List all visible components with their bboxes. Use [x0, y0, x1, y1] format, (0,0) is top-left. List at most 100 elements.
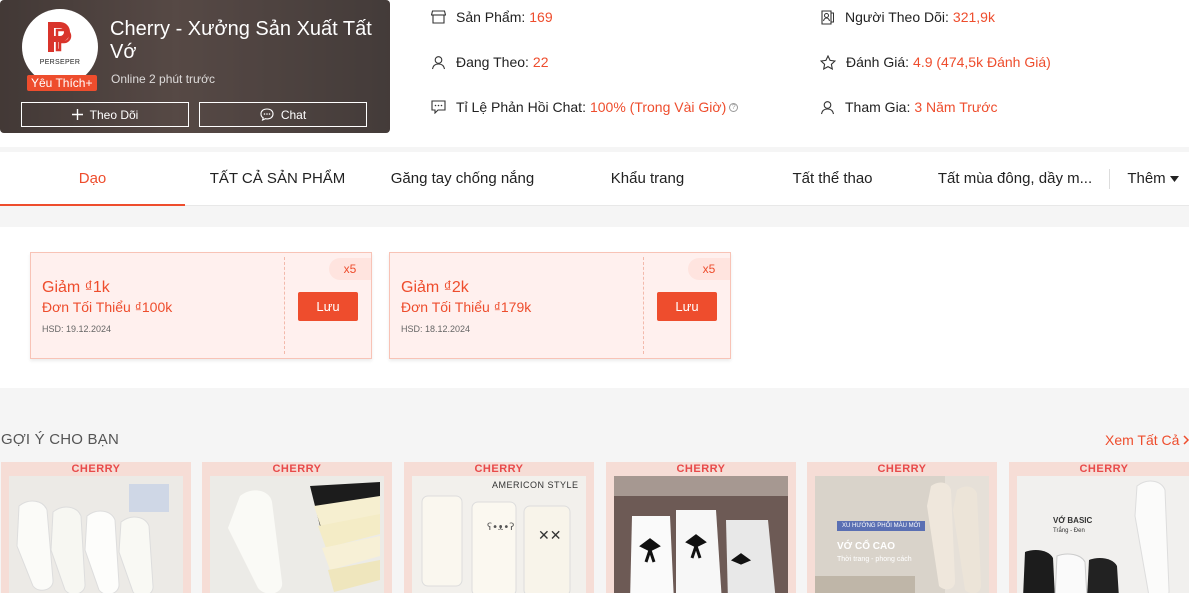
product-card[interactable]: CHERRY	[1, 462, 191, 593]
stat-joined-value: 3 Năm Trước	[914, 99, 998, 115]
favorite-badge: Yêu Thích+	[27, 75, 97, 91]
product-image	[9, 476, 183, 593]
chevron-right-icon	[1183, 435, 1189, 445]
product-image: ʕ•ᴥ•ʔ ✕✕ AMERICON STYLE	[412, 476, 586, 593]
stat-rating-label: Đánh Giá:	[846, 54, 910, 70]
see-all-label: Xem Tất Cả	[1105, 432, 1180, 448]
product-brand: CHERRY	[1079, 463, 1129, 475]
product-caption: AMERICON STYLE	[492, 480, 579, 490]
shop-header: PERSEPER Yêu Thích+ Cherry - Xưởng Sản X…	[0, 0, 1189, 147]
svg-text:ʕ•ᴥ•ʔ: ʕ•ᴥ•ʔ	[487, 522, 514, 533]
socks-photo	[9, 476, 183, 593]
stat-joined-label: Tham Gia:	[845, 99, 911, 115]
tab-more[interactable]: Thêm	[1122, 152, 1184, 206]
stat-rating: Đánh Giá: 4.9 (474,5k Đánh Giá)	[820, 54, 1051, 70]
voucher-save-button[interactable]: Lưu	[657, 292, 717, 321]
product-card[interactable]: CHERRY ʕ•ᴥ•ʔ ✕✕ AMERICON STYLE	[404, 462, 594, 593]
plus-icon	[71, 109, 83, 120]
product-image	[614, 476, 788, 593]
store-icon	[431, 10, 446, 24]
follow-button[interactable]: Theo Dõi	[21, 102, 189, 127]
voucher-quantity: x5	[329, 258, 371, 280]
voucher-min-order: Đơn Tối Thiểu ₫179k	[401, 299, 532, 315]
voucher-title: Giảm ₫1k	[42, 279, 110, 296]
product-card[interactable]: CHERRY VỚ BASIC Trắng - Đen	[1009, 462, 1189, 593]
stat-chat-rate: Tỉ Lệ Phản Hồi Chat: 100% (Trong Vài Giờ…	[431, 99, 739, 115]
voucher-expiry: HSD: 18.12.2024	[401, 324, 471, 334]
online-status: Online 2 phút trước	[111, 72, 215, 86]
stat-products-value: 169	[529, 9, 553, 25]
tab-winter-socks[interactable]: Tất mùa đông, dầy m...	[925, 152, 1105, 206]
product-tag: XU HƯỚNG PHỐI MÀU MỚI	[837, 521, 926, 531]
perseper-logo-icon	[48, 22, 72, 52]
logo-text: PERSEPER	[39, 59, 81, 66]
product-subcaption: Trắng - Đen	[1053, 528, 1085, 534]
tab-sun-gloves[interactable]: Găng tay chống nắng	[370, 152, 555, 206]
tab-more-label: Thêm	[1127, 170, 1166, 187]
stat-chat-rate-value: 100% (Trong Vài Giờ)	[589, 99, 727, 115]
stat-following-label: Đang Theo:	[456, 54, 529, 70]
shop-avatar[interactable]: PERSEPER	[22, 9, 98, 85]
star-icon	[820, 54, 836, 70]
product-image: VỚ BASIC Trắng - Đen	[1017, 476, 1189, 593]
shop-name: Cherry - Xưởng Sản Xuất Tất Vớ	[110, 18, 372, 63]
tab-all-products[interactable]: TẤT CẢ SẢN PHẨM	[185, 152, 370, 206]
stat-chat-rate-label: Tỉ Lệ Phản Hồi Chat:	[456, 99, 586, 115]
socks-photo: ʕ•ᴥ•ʔ ✕✕	[412, 476, 586, 593]
voucher-divider	[284, 257, 285, 354]
help-icon[interactable]: ?	[729, 102, 739, 112]
chat-bubble-icon	[260, 108, 274, 121]
product-card[interactable]: CHERRY	[202, 462, 392, 593]
shop-card: PERSEPER Yêu Thích+ Cherry - Xưởng Sản X…	[0, 0, 390, 133]
product-brand: CHERRY	[676, 463, 726, 475]
chat-label: Chat	[280, 107, 307, 122]
product-caption: VỚ BASIC	[1053, 516, 1093, 525]
stat-followers: Người Theo Dõi: 321,9k	[820, 9, 995, 25]
stat-rating-value: 4.9 (474,5k Đánh Giá)	[913, 54, 1051, 70]
product-caption: VỚ CỔ CAO	[837, 541, 895, 552]
see-all-link[interactable]: Xem Tất Cả	[1105, 432, 1189, 448]
stat-followers-value: 321,9k	[952, 9, 995, 25]
product-image	[210, 476, 384, 593]
socks-photo	[1017, 476, 1189, 593]
voucher-expiry: HSD: 19.12.2024	[42, 324, 112, 334]
product-brand: CHERRY	[877, 463, 927, 475]
voucher-section: Giảm ₫1k Đơn Tối Thiểu ₫100k HSD: 19.12.…	[0, 227, 1189, 388]
voucher-save-button[interactable]: Lưu	[298, 292, 358, 321]
tab-dao[interactable]: Dạo	[0, 152, 185, 206]
caret-down-icon	[1169, 176, 1179, 182]
user-check-icon	[820, 100, 835, 114]
chat-button[interactable]: Chat	[199, 102, 367, 127]
stat-following: Đang Theo: 22	[431, 54, 548, 70]
product-image: XU HƯỚNG PHỐI MÀU MỚI VỚ CỔ CAO Thời tra…	[815, 476, 989, 593]
product-card[interactable]: CHERRY XU HƯỚNG PHỐI MÀU MỚI VỚ CỔ CAO T…	[807, 462, 997, 593]
socks-photo	[614, 476, 788, 593]
shop-tabs: Dạo TẤT CẢ SẢN PHẨM Găng tay chống nắng …	[0, 152, 1189, 206]
stat-products-label: Sản Phẩm:	[456, 9, 526, 25]
tab-face-masks[interactable]: Khẩu trang	[555, 152, 740, 206]
voucher-title: Giảm ₫2k	[401, 279, 469, 296]
voucher-min-order: Đơn Tối Thiểu ₫100k	[42, 299, 173, 315]
svg-text:✕✕: ✕✕	[538, 528, 561, 544]
user-icon	[431, 55, 446, 69]
product-card[interactable]: CHERRY	[606, 462, 796, 593]
voucher-card: Giảm ₫2k Đơn Tối Thiểu ₫179k HSD: 18.12.…	[389, 252, 731, 359]
socks-photo	[210, 476, 384, 593]
stat-joined: Tham Gia: 3 Năm Trước	[820, 99, 997, 115]
product-brand: CHERRY	[474, 463, 524, 475]
product-brand: CHERRY	[272, 463, 322, 475]
stat-products: Sản Phẩm: 169	[431, 9, 553, 25]
tab-sport-socks[interactable]: Tất thể thao	[740, 152, 925, 206]
voucher-quantity: x5	[688, 258, 730, 280]
chat-icon	[431, 100, 446, 114]
voucher-divider	[643, 257, 644, 354]
socks-photo	[815, 476, 989, 593]
voucher-card: Giảm ₫1k Đơn Tối Thiểu ₫100k HSD: 19.12.…	[30, 252, 372, 359]
tab-divider	[1109, 169, 1110, 189]
suggestions-title: GỢI Ý CHO BẠN	[1, 431, 119, 448]
stat-followers-label: Người Theo Dõi:	[845, 9, 949, 25]
follow-label: Theo Dõi	[89, 107, 139, 122]
product-brand: CHERRY	[71, 463, 121, 475]
product-subcaption: Thời trang - phong cách	[837, 556, 912, 563]
stat-following-value: 22	[532, 54, 549, 70]
